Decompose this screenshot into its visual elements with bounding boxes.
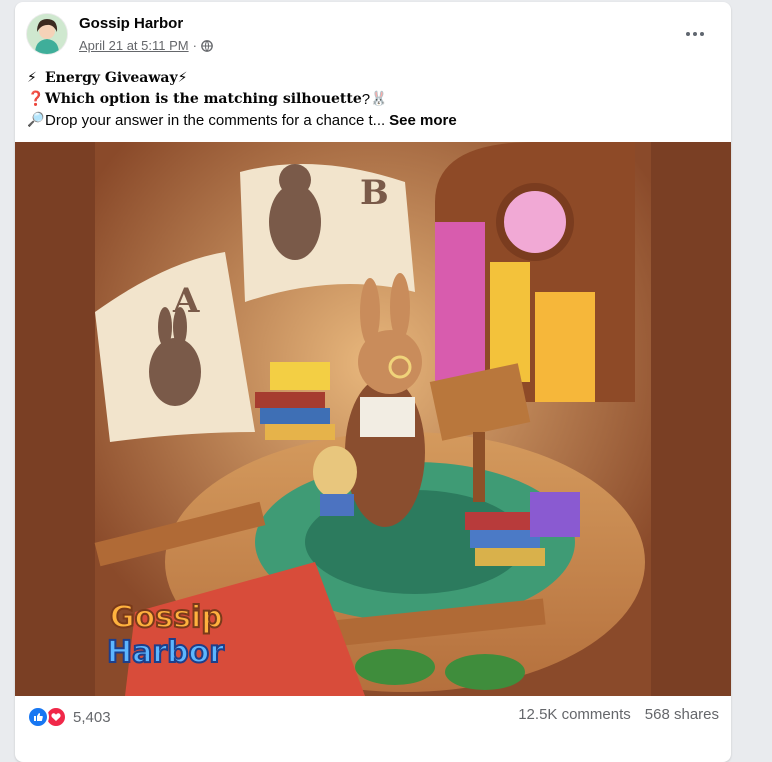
- post-stats: 12.5K comments 568 shares: [518, 706, 719, 723]
- post-meta: April 21 at 5:11 PM ·: [79, 38, 213, 53]
- post-line-1: ⚡ Energy Giveaway ⚡: [27, 68, 715, 89]
- shares-count-link[interactable]: 568 shares: [645, 706, 719, 723]
- page-avatar[interactable]: [27, 14, 67, 54]
- reactions-summary[interactable]: 5,403: [27, 706, 111, 728]
- giveaway-title: Energy Giveaway: [45, 70, 178, 86]
- globe-icon[interactable]: [201, 39, 213, 52]
- gossip-harbor-logo: Gossip Harbor: [106, 599, 225, 671]
- lightning-icon: ⚡: [27, 70, 37, 86]
- logo-text-harbor: Harbor: [107, 635, 224, 670]
- post-line-2: ❓ Which option is the matching silhouett…: [27, 89, 715, 110]
- post-date[interactable]: April 21 at 5:11 PM: [79, 38, 189, 53]
- post-footer: 5,403 12.5K comments 568 shares: [15, 702, 731, 732]
- question-suffix: ?: [361, 91, 371, 108]
- magnifier-icon: 🔎: [27, 112, 45, 128]
- option-a-label: A: [172, 281, 200, 321]
- post-header: Gossip Harbor April 21 at 5:11 PM ·: [27, 14, 719, 58]
- meta-separator: ·: [192, 38, 197, 53]
- see-more-link[interactable]: See more: [389, 110, 457, 131]
- more-options-button[interactable]: [681, 20, 709, 48]
- post-image[interactable]: B A Gossip Harbor: [15, 142, 731, 696]
- instruction-text: Drop your answer in the comments for a c…: [45, 112, 386, 129]
- silhouette-card-b: B: [240, 164, 415, 302]
- lightning-icon: ⚡: [177, 70, 188, 86]
- post-card: Gossip Harbor April 21 at 5:11 PM · ⚡ En…: [15, 2, 731, 762]
- like-icon: [27, 706, 49, 728]
- logo-text-gossip: Gossip: [110, 600, 223, 635]
- post-line-3: 🔎 Drop your answer in the comments for a…: [27, 110, 715, 131]
- post-text: ⚡ Energy Giveaway ⚡ ❓ Which option is th…: [27, 68, 715, 131]
- question-mark-icon: ❓: [27, 91, 45, 107]
- page-name[interactable]: Gossip Harbor: [79, 15, 183, 32]
- comments-count-link[interactable]: 12.5K comments: [518, 706, 631, 723]
- rabbit-icon: 🐰: [370, 91, 388, 107]
- reactions-count: 5,403: [73, 708, 111, 726]
- question-text: Which option is the matching silhouette: [45, 91, 362, 107]
- option-b-label: B: [360, 173, 389, 213]
